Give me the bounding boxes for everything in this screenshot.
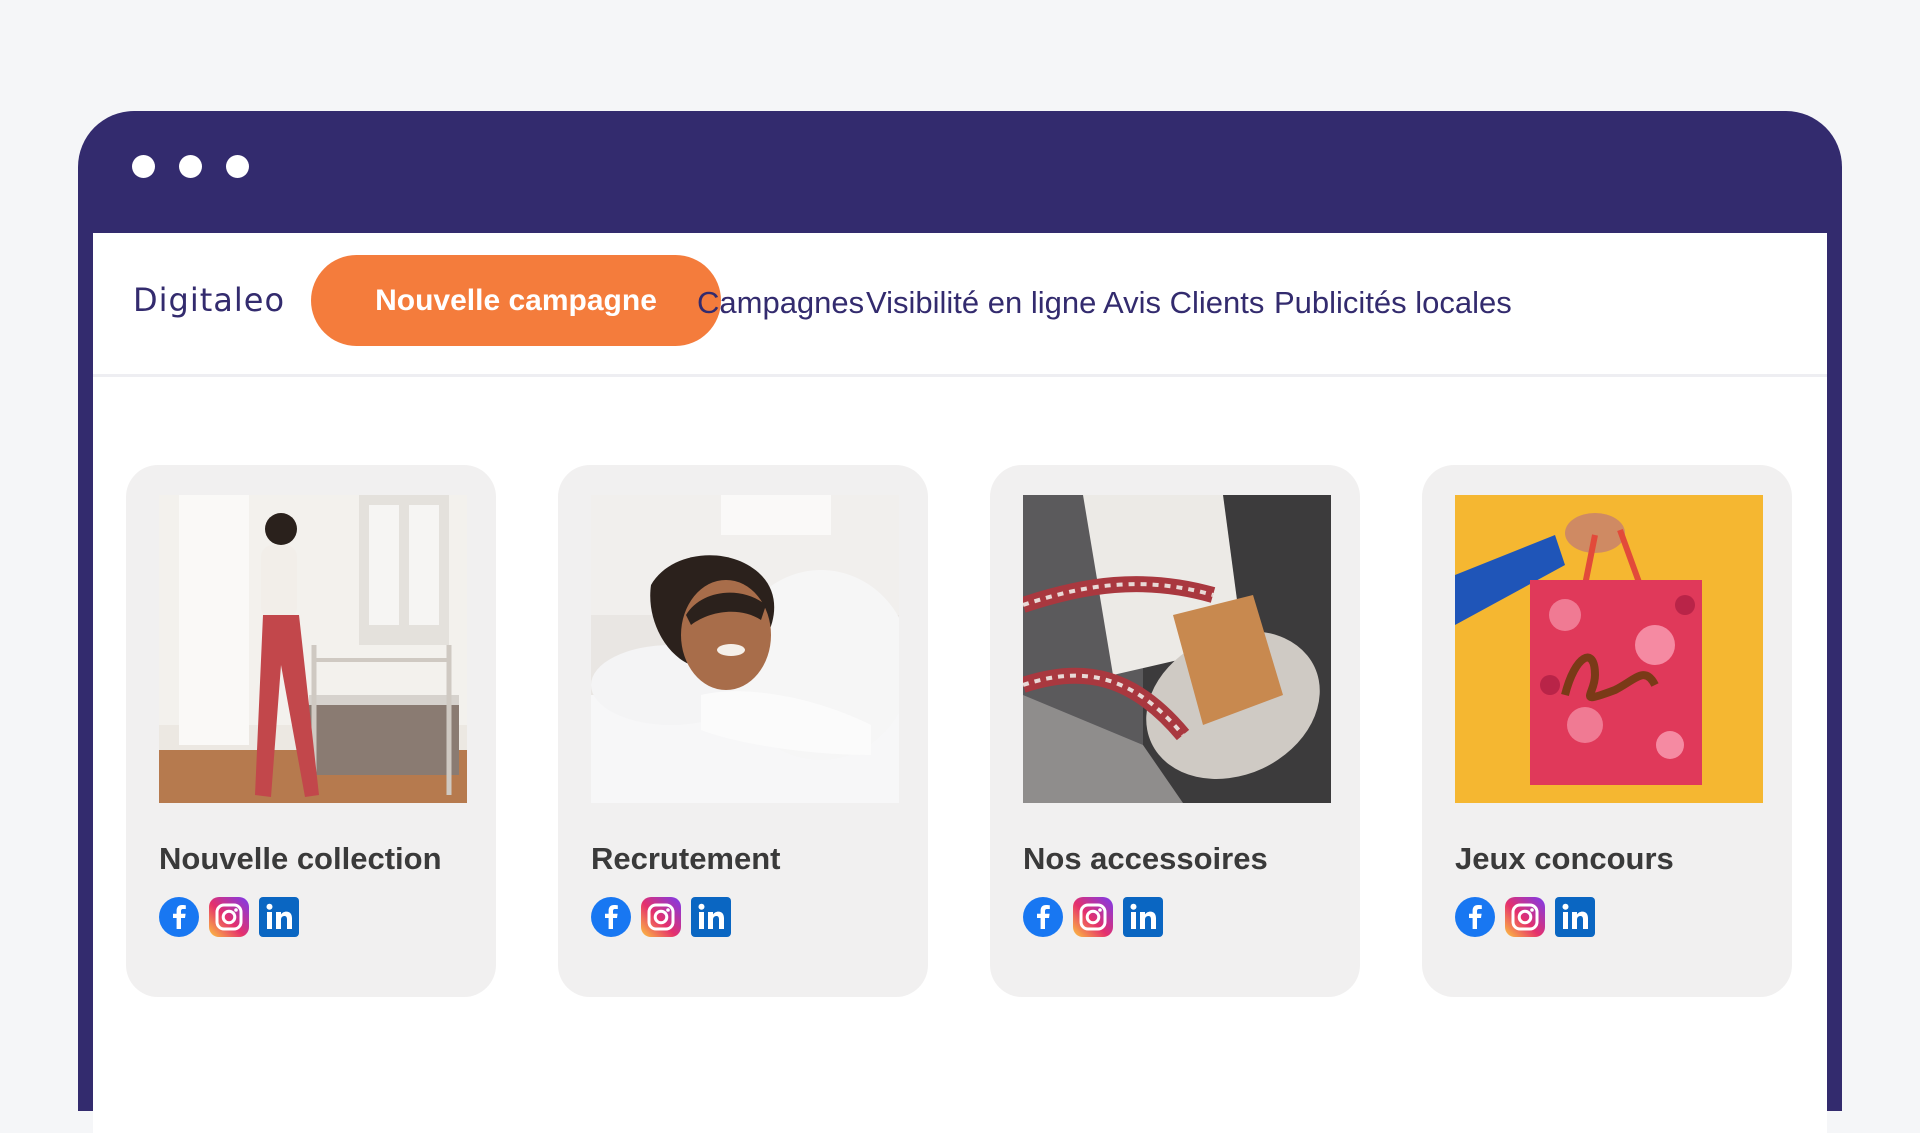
card-title: Nos accessoires <box>1023 841 1268 876</box>
nav-visibilite-en-ligne[interactable]: Visibilité en ligne <box>866 285 1096 321</box>
instagram-icon[interactable] <box>1505 897 1545 937</box>
facebook-icon[interactable] <box>1023 897 1063 937</box>
social-icons <box>159 897 299 937</box>
handbag-photo <box>1023 495 1331 803</box>
smiling-woman-on-bed-photo <box>591 495 899 803</box>
campaign-card[interactable]: Jeux concours <box>1422 465 1792 997</box>
window-dot-2[interactable] <box>179 155 202 178</box>
social-icons <box>591 897 731 937</box>
gift-bag-photo <box>1455 495 1763 803</box>
browser-window: Digitaleo Nouvelle campagne Campagnes Vi… <box>78 111 1842 1133</box>
woman-in-bedroom-photo <box>159 495 467 803</box>
digitaleo-logo[interactable]: Digitaleo <box>133 281 285 319</box>
social-icons <box>1023 897 1163 937</box>
card-title: Nouvelle collection <box>159 841 442 876</box>
top-navigation-bar: Digitaleo Nouvelle campagne Campagnes Vi… <box>93 233 1827 377</box>
linkedin-icon[interactable] <box>1555 897 1595 937</box>
linkedin-icon[interactable] <box>1123 897 1163 937</box>
facebook-icon[interactable] <box>1455 897 1495 937</box>
linkedin-icon[interactable] <box>691 897 731 937</box>
linkedin-icon[interactable] <box>259 897 299 937</box>
instagram-icon[interactable] <box>641 897 681 937</box>
page-content: Digitaleo Nouvelle campagne Campagnes Vi… <box>93 233 1827 1133</box>
social-icons <box>1455 897 1595 937</box>
window-controls <box>132 155 249 178</box>
window-dot-1[interactable] <box>132 155 155 178</box>
nav-avis-clients[interactable]: Avis Clients <box>1103 285 1264 321</box>
nav-campagnes[interactable]: Campagnes <box>697 285 864 321</box>
facebook-icon[interactable] <box>591 897 631 937</box>
campaign-card[interactable]: Nos accessoires <box>990 465 1360 997</box>
facebook-icon[interactable] <box>159 897 199 937</box>
instagram-icon[interactable] <box>1073 897 1113 937</box>
campaign-card[interactable]: Nouvelle collection <box>126 465 496 997</box>
nav-publicites-locales[interactable]: Publicités locales <box>1274 285 1512 321</box>
campaign-card[interactable]: Recrutement <box>558 465 928 997</box>
card-title: Recrutement <box>591 841 781 876</box>
card-title: Jeux concours <box>1455 841 1674 876</box>
window-dot-3[interactable] <box>226 155 249 178</box>
new-campaign-button[interactable]: Nouvelle campagne <box>311 255 721 346</box>
instagram-icon[interactable] <box>209 897 249 937</box>
